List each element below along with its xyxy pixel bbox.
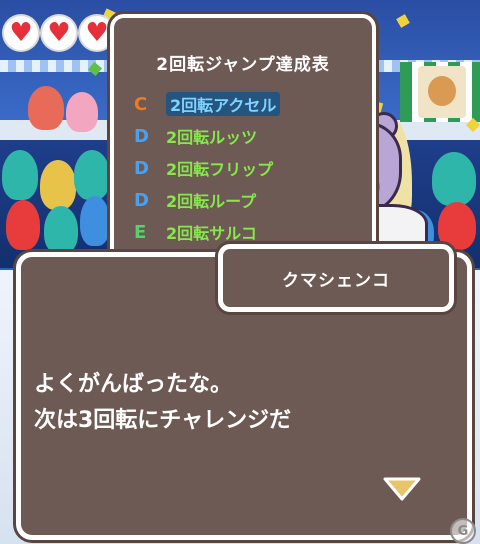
- dialogue-line: よくがんばったな。: [34, 372, 233, 397]
- grade-label: E: [134, 221, 147, 243]
- dialogue-line: 次は3回転にチャレンジだ: [34, 408, 292, 433]
- life-hearts: ♥ ♥ ♥: [4, 16, 114, 50]
- heart-icon: ♥: [42, 16, 76, 50]
- heart-icon: ♥: [4, 16, 38, 50]
- speaker-name: クマシェンコ: [282, 270, 390, 291]
- spectator: [432, 152, 476, 206]
- spectator: [28, 86, 64, 130]
- jump-name: 2回転サルコ: [166, 224, 257, 243]
- grade-label: D: [134, 125, 149, 147]
- jump-name: 2回転フリップ: [166, 160, 274, 179]
- panel-title: 2回転ジャンプ達成表: [156, 55, 330, 75]
- heart-icon: ♥: [80, 16, 114, 50]
- spectator: [66, 92, 98, 132]
- spectator: [80, 196, 110, 246]
- achievement-row[interactable]: D 2回転フリップ: [134, 156, 273, 180]
- jump-name: 2回転ルッツ: [166, 128, 258, 147]
- grade-label: D: [134, 189, 149, 211]
- achievement-row[interactable]: D 2回転ループ: [134, 188, 256, 212]
- achievement-row[interactable]: C 2回転アクセル: [134, 92, 281, 116]
- spectator: [74, 150, 110, 200]
- down-triangle-icon[interactable]: [382, 476, 422, 502]
- grade-label: C: [134, 93, 148, 115]
- spectator: [6, 200, 40, 250]
- watermark-logo: G: [450, 518, 476, 544]
- banner-emblem: [428, 76, 456, 106]
- jump-name: 2回転ループ: [166, 192, 257, 211]
- achievement-row[interactable]: D 2回転ルッツ: [134, 124, 257, 148]
- spectator: [2, 150, 38, 200]
- spectator: [40, 160, 76, 210]
- grade-label: D: [134, 157, 149, 179]
- achievement-row[interactable]: E 2回転サルコ: [134, 220, 257, 244]
- spectator: [44, 206, 78, 254]
- spectator: [438, 202, 476, 250]
- jump-name: 2回転アクセル: [166, 92, 281, 116]
- speaker-name-tag: クマシェンコ: [218, 244, 454, 312]
